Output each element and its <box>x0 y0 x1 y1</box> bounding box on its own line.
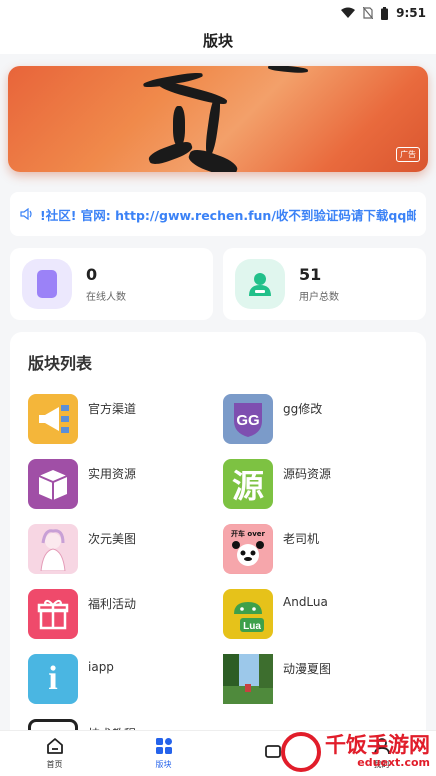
page-title: 版块 <box>0 26 436 54</box>
lua-text: Lua <box>243 621 261 632</box>
notice-bar[interactable]: !社区! 官网: http://gww.rechen.fun/收不到验证码请下载… <box>10 192 426 236</box>
nav-board-label: 版块 <box>155 760 172 769</box>
board-item-official[interactable]: 官方渠道 <box>28 394 213 444</box>
board-list-card: 版块列表 官方渠道 GG gg修改 实用资源 源 源码资源 次元美图 开车 ov… <box>10 332 426 752</box>
user-count-value: 51 <box>299 265 322 284</box>
watermark-url: eduext.com <box>357 756 430 769</box>
board-item-welfare[interactable]: 福利活动 <box>28 589 213 639</box>
board-item-label: iapp <box>88 660 114 674</box>
board-item-label: 福利活动 <box>88 597 137 611</box>
ad-badge: 广告 <box>396 147 420 162</box>
wifi-icon <box>341 7 356 19</box>
online-count-label: 在线人数 <box>86 292 126 303</box>
board-item-driver[interactable]: 开车 over 老司机 <box>223 524 408 574</box>
board-item-resources[interactable]: 实用资源 <box>28 459 213 509</box>
gift-icon <box>28 589 78 639</box>
board-item-andlua[interactable]: Lua AndLua <box>223 589 408 639</box>
status-time: 9:51 <box>396 6 426 20</box>
android-icon: Lua <box>223 589 273 639</box>
box-icon <box>28 459 78 509</box>
anime-girl-icon <box>28 524 78 574</box>
nav-board[interactable]: 版块 <box>109 731 218 776</box>
board-item-anime[interactable]: 次元美图 <box>28 524 213 574</box>
grid-icon <box>155 737 173 757</box>
source-char-text: 源 <box>231 467 264 505</box>
board-item-label: gg修改 <box>283 402 323 416</box>
landscape-icon <box>223 654 273 704</box>
battery-icon <box>381 6 389 20</box>
iapp-icon: i <box>28 654 78 704</box>
user-count-card: 51 用户总数 <box>223 248 426 320</box>
source-char-icon: 源 <box>223 459 273 509</box>
panda-meme-caption: 开车 over <box>231 529 266 538</box>
board-item-source[interactable]: 源 源码资源 <box>223 459 408 509</box>
svg-text:GG: GG <box>236 412 259 429</box>
notice-text: !社区! 官网: http://gww.rechen.fun/收不到验证码请下载… <box>40 207 416 223</box>
nav-home[interactable]: 首页 <box>0 731 109 776</box>
board-item-label: 次元美图 <box>88 532 137 546</box>
user-count-label: 用户总数 <box>299 292 339 303</box>
megaphone-icon <box>28 394 78 444</box>
iapp-letter: i <box>48 660 58 697</box>
nav-home-label: 首页 <box>46 760 63 769</box>
board-item-label: 老司机 <box>283 532 320 546</box>
user-icon <box>235 259 285 309</box>
panda-meme-icon: 开车 over <box>223 524 273 574</box>
speaker-icon <box>20 205 34 224</box>
online-count-value: 0 <box>86 265 98 284</box>
no-sim-icon <box>363 7 374 19</box>
message-icon <box>264 743 282 763</box>
board-item-label: 官方渠道 <box>88 402 137 416</box>
phone-icon <box>22 259 72 309</box>
watermark-title: 千饭手游网 <box>325 733 430 757</box>
home-icon <box>46 737 64 757</box>
gg-shield-icon: GG <box>223 394 273 444</box>
board-item-label: 实用资源 <box>88 467 137 481</box>
board-list-title: 版块列表 <box>28 354 93 373</box>
board-item-gg[interactable]: GG gg修改 <box>223 394 408 444</box>
board-item-label: 源码资源 <box>283 467 332 481</box>
ad-banner[interactable]: 广告 <box>8 66 428 172</box>
board-item-label: AndLua <box>283 595 328 609</box>
site-watermark: 千饭手游网 eduext.com <box>281 732 430 772</box>
board-item-anime-summer[interactable]: 动漫夏图 <box>223 654 408 704</box>
online-count-card: 0 在线人数 <box>10 248 213 320</box>
board-item-iapp[interactable]: i iapp <box>28 654 213 704</box>
status-bar: 9:51 <box>0 0 436 26</box>
board-item-label: 动漫夏图 <box>283 662 332 676</box>
watermark-logo-icon <box>281 732 321 772</box>
